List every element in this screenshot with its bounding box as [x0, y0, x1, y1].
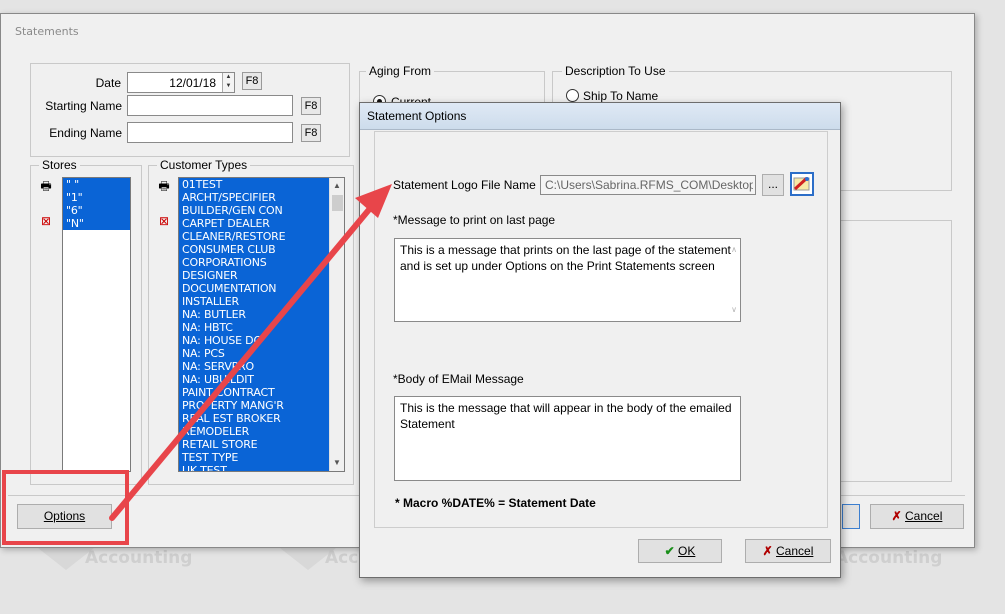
annotation-overlay: [2, 184, 392, 545]
annotation-arrow-line: [109, 203, 375, 521]
annotation-arrow-head: [355, 184, 392, 218]
annotation-box: [2, 470, 129, 545]
